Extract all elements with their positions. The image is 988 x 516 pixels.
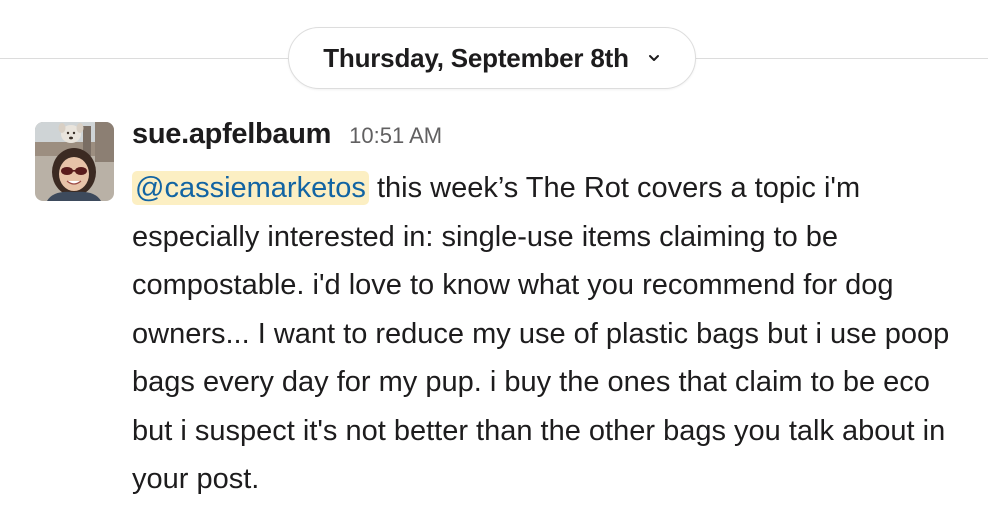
message-text: @cassiemarketos this week’s The Rot cove… [132, 164, 962, 504]
message-author[interactable]: sue.apfelbaum [132, 118, 331, 151]
avatar[interactable] [35, 122, 114, 201]
message-header: sue.apfelbaum 10:51 AM [132, 118, 442, 162]
chevron-down-icon [647, 51, 661, 65]
date-divider-button[interactable]: Thursday, September 8th [288, 27, 696, 89]
message-timestamp[interactable]: 10:51 AM [349, 123, 442, 149]
user-mention[interactable]: @cassiemarketos [132, 171, 369, 205]
link-partial-text[interactable]: hlllllllll/llllllllllllllll/lllllllll/ll… [132, 506, 662, 516]
message-text-content: this week’s The Rot covers a topic i'm e… [132, 172, 950, 495]
link-partial[interactable]: hlllllllll/llllllllllllllll/lllllllll/ll… [132, 506, 662, 516]
date-divider-label: Thursday, September 8th [323, 42, 629, 73]
